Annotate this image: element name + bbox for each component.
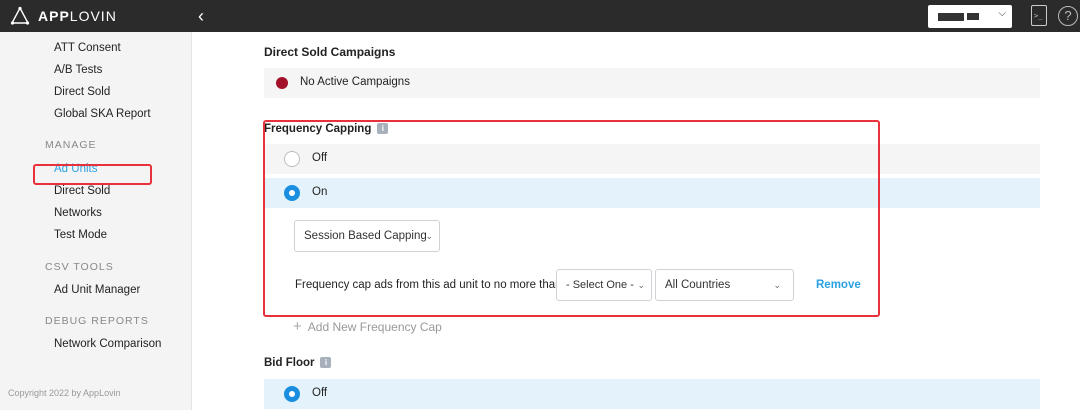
bid-floor-off-label: Off (312, 387, 328, 399)
logo-text: APPLOVIN (38, 8, 117, 24)
applovin-logo[interactable]: APPLOVIN (0, 0, 192, 32)
console-doc-icon[interactable]: >_ (1031, 5, 1047, 26)
sidebar-item-global-ska-report[interactable]: Global SKA Report (54, 108, 151, 120)
copyright-text: Copyright 2022 by AppLovin (8, 388, 121, 398)
sidebar-item-networks[interactable]: Networks (54, 207, 102, 219)
sidebar: ATT Consent A/B Tests Direct Sold Global… (0, 32, 192, 410)
account-name-redacted-2 (967, 13, 979, 20)
bid-floor-title: Bid Floor i (264, 357, 332, 369)
top-bar: APPLOVIN ‹ ⌵ >_ ? (0, 0, 1080, 32)
info-icon[interactable]: i (320, 357, 332, 369)
bid-floor-off-row[interactable]: Off (264, 379, 1040, 409)
applovin-logo-icon (10, 6, 30, 25)
bid-floor-off-radio[interactable] (284, 386, 300, 402)
plus-icon: + (293, 318, 302, 335)
main-content: Direct Sold Campaigns No Active Campaign… (193, 32, 1080, 410)
account-dropdown[interactable]: ⌵ (928, 5, 1012, 28)
campaign-status-row: No Active Campaigns (264, 68, 1040, 98)
sidebar-item-network-comparison[interactable]: Network Comparison (54, 338, 161, 350)
highlight-box-ad-units (33, 164, 152, 185)
chevron-left-icon[interactable]: ‹ (198, 5, 214, 27)
sidebar-item-att-consent[interactable]: ATT Consent (54, 42, 121, 54)
sidebar-item-test-mode[interactable]: Test Mode (54, 229, 107, 241)
highlight-box-frequency-capping (263, 120, 880, 317)
help-icon[interactable]: ? (1058, 6, 1078, 26)
sidebar-item-direct-sold-manage[interactable]: Direct Sold (54, 185, 110, 197)
add-frequency-cap-button[interactable]: + Add New Frequency Cap (293, 318, 442, 335)
sidebar-heading-manage: MANAGE (45, 139, 97, 151)
status-dot (276, 77, 288, 89)
no-active-campaigns-label: No Active Campaigns (300, 76, 410, 88)
sidebar-item-ad-unit-manager[interactable]: Ad Unit Manager (54, 284, 140, 296)
sidebar-item-ab-tests[interactable]: A/B Tests (54, 64, 102, 76)
account-name-redacted (938, 12, 964, 21)
sidebar-heading-debug-reports: DEBUG REPORTS (45, 315, 149, 327)
sidebar-item-direct-sold[interactable]: Direct Sold (54, 86, 110, 98)
direct-sold-campaigns-title: Direct Sold Campaigns (264, 45, 396, 59)
sidebar-heading-csv-tools: CSV TOOLS (45, 261, 114, 273)
chevron-down-icon: ⌵ (998, 8, 1006, 19)
